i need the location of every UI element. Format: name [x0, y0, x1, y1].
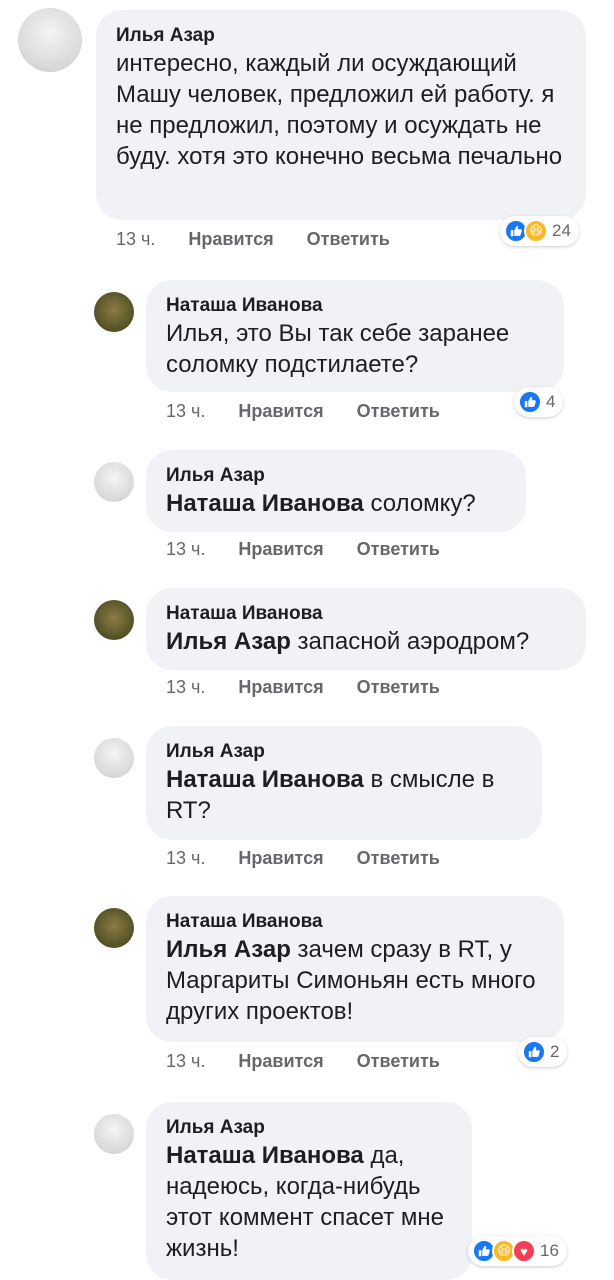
- reactions-summary[interactable]: 2: [518, 1037, 568, 1067]
- comment-time[interactable]: 13 ч.: [166, 539, 205, 560]
- comment-body: соломку?: [363, 490, 476, 517]
- comment-bubble: Наташа Иванова Илья, это Вы так себе зар…: [146, 280, 564, 392]
- reactions-summary[interactable]: 😆 ♥ 16: [468, 1236, 567, 1266]
- comment-author[interactable]: Наташа Иванова: [166, 294, 544, 318]
- like-reaction-icon: [518, 390, 542, 414]
- comment-bubble: Илья Азар Наташа Иванова соломку?: [146, 450, 526, 532]
- reply-button[interactable]: Ответить: [357, 401, 440, 422]
- like-button[interactable]: Нравится: [238, 848, 323, 869]
- love-reaction-icon: ♥: [512, 1239, 536, 1263]
- like-button[interactable]: Нравится: [188, 229, 273, 250]
- reply-button[interactable]: Ответить: [307, 229, 390, 250]
- avatar[interactable]: [94, 600, 134, 640]
- comment-author[interactable]: Наташа Иванова: [166, 910, 544, 934]
- reaction-count: 24: [552, 221, 571, 240]
- comment-author[interactable]: Илья Азар: [166, 1116, 452, 1140]
- comment-text: Илья Азар запасной аэродром?: [166, 626, 566, 657]
- comment-author[interactable]: Илья Азар: [166, 464, 506, 488]
- comment-body: запасной аэродром?: [290, 628, 530, 655]
- reaction-count: 2: [550, 1042, 560, 1061]
- comment-text: Наташа Иванова соломку?: [166, 488, 506, 519]
- avatar[interactable]: [94, 462, 134, 502]
- reply-button[interactable]: Ответить: [357, 539, 440, 560]
- like-reaction-icon: [522, 1040, 546, 1064]
- comment-time[interactable]: 13 ч.: [166, 677, 205, 698]
- comment-bubble: Илья Азар Наташа Иванова в смысле в RT?: [146, 726, 542, 840]
- comment-actions: 13 ч. Нравится Ответить: [166, 1051, 440, 1072]
- comment-bubble: Наташа Иванова Илья Азар зачем сразу в R…: [146, 896, 564, 1042]
- like-button[interactable]: Нравится: [238, 401, 323, 422]
- reaction-count: 4: [546, 392, 556, 411]
- comment-actions: 13 ч. Нравится Ответить: [166, 848, 440, 869]
- reply-button[interactable]: Ответить: [357, 1051, 440, 1072]
- reply-button[interactable]: Ответить: [357, 677, 440, 698]
- avatar[interactable]: [94, 292, 134, 332]
- comment-text: интересно, каждый ли осуждающий Машу чел…: [116, 50, 563, 170]
- comment-time[interactable]: 13 ч.: [166, 1051, 205, 1072]
- comment-bubble: Наташа Иванова Илья Азар запасной аэродр…: [146, 588, 586, 670]
- comment-mention[interactable]: Илья Азар: [166, 936, 291, 963]
- reactions-summary[interactable]: 😆 24: [500, 216, 579, 246]
- comment-author[interactable]: Илья Азар: [116, 24, 566, 48]
- comment-text: Наташа Иванова в смысле в RT?: [166, 764, 522, 826]
- comment-actions: 13 ч. Нравится Ответить: [116, 229, 390, 250]
- comment-mention[interactable]: Наташа Иванова: [166, 490, 364, 517]
- comment-text: Наташа Иванова да, надеюсь, когда-нибудь…: [166, 1140, 452, 1264]
- reactions-summary[interactable]: 4: [514, 387, 564, 417]
- comment-time[interactable]: 13 ч.: [166, 848, 205, 869]
- reply-button[interactable]: Ответить: [357, 848, 440, 869]
- haha-reaction-icon: 😆: [524, 219, 548, 243]
- comment-bubble: Илья Азар интересно, каждый ли осуждающи…: [96, 10, 586, 220]
- comment-time[interactable]: 13 ч.: [166, 401, 205, 422]
- comment-time[interactable]: 13 ч.: [116, 229, 155, 250]
- comment-author[interactable]: Наташа Иванова: [166, 602, 566, 626]
- reaction-count: 16: [540, 1241, 559, 1260]
- comment-text: Илья Азар зачем сразу в RT, у Маргариты …: [166, 934, 544, 1027]
- comment-mention[interactable]: Илья Азар: [166, 628, 291, 655]
- comment-text: Илья, это Вы так себе заранее соломку по…: [166, 320, 510, 378]
- comment-actions: 13 ч. Нравится Ответить: [166, 677, 440, 698]
- avatar[interactable]: [94, 738, 134, 778]
- avatar[interactable]: [18, 8, 82, 72]
- comment-mention[interactable]: Наташа Иванова: [166, 1142, 364, 1169]
- comment-bubble: Илья Азар Наташа Иванова да, надеюсь, ко…: [146, 1102, 472, 1280]
- comment-author[interactable]: Илья Азар: [166, 740, 522, 764]
- comment-mention[interactable]: Наташа Иванова: [166, 766, 364, 793]
- like-button[interactable]: Нравится: [238, 1051, 323, 1072]
- comment-actions: 13 ч. Нравится Ответить: [166, 401, 440, 422]
- avatar[interactable]: [94, 908, 134, 948]
- like-button[interactable]: Нравится: [238, 539, 323, 560]
- like-button[interactable]: Нравится: [238, 677, 323, 698]
- comment-actions: 13 ч. Нравится Ответить: [166, 539, 440, 560]
- avatar[interactable]: [94, 1114, 134, 1154]
